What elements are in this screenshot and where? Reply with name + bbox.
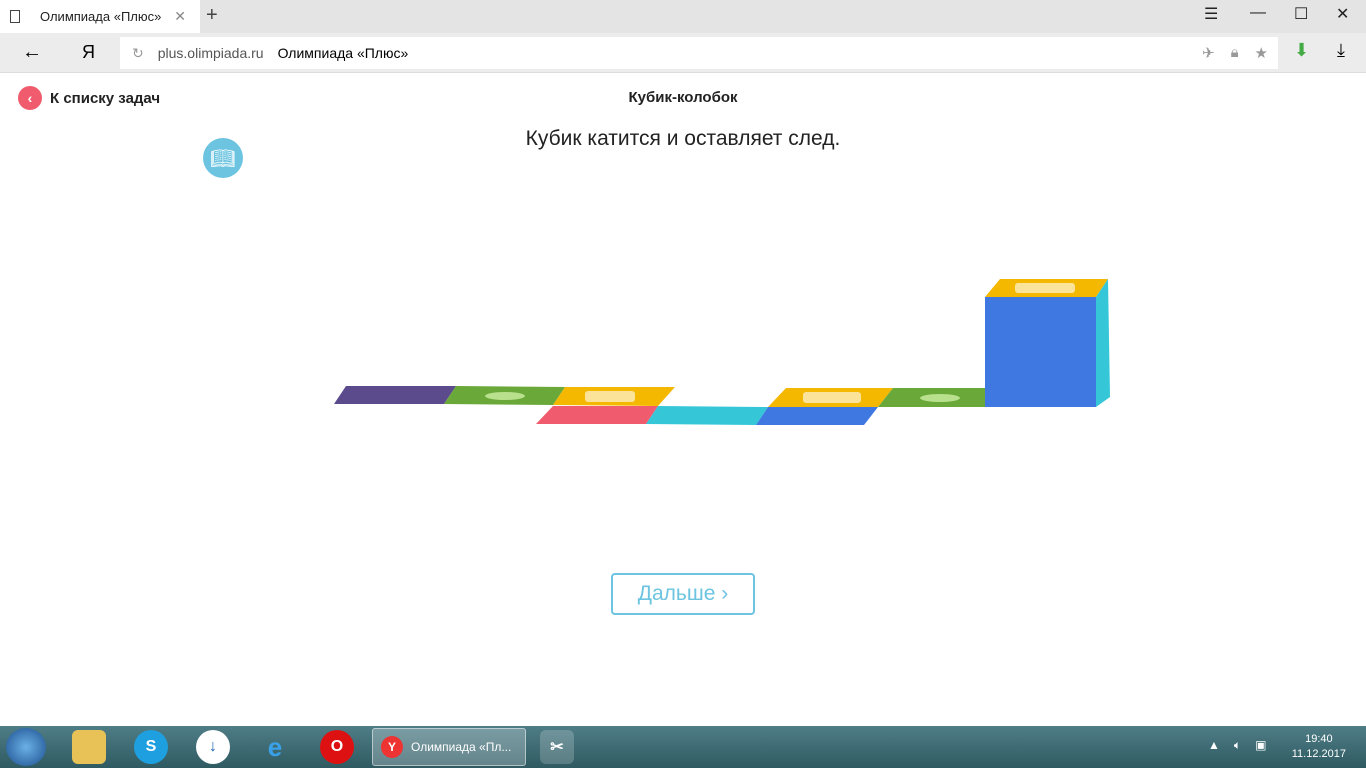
trail-blue [756,407,878,425]
taskbar-window-title: Олимпиада «Пл... [411,740,512,754]
clock[interactable]: 19:40 11.12.2017 [1292,732,1346,762]
clock-time: 19:40 [1305,733,1333,745]
clock-date: 11.12.2017 [1291,748,1346,760]
skype-icon[interactable]: S [134,730,168,764]
start-button[interactable] [6,728,46,766]
download-manager-icon[interactable]: ↓ [196,730,230,764]
opera-icon[interactable]: O [320,730,354,764]
explorer-icon[interactable] [72,730,106,764]
taskbar-yandex-window[interactable]: Y Олимпиада «Пл... [372,728,526,766]
trail-purple [334,386,456,404]
trail-cyan [646,406,768,425]
network-icon[interactable]: ▣ [1255,738,1266,753]
cube-scene [334,279,1110,425]
next-button[interactable]: Дальше › [611,573,755,615]
show-hidden-icons[interactable]: ▲ [1208,738,1220,753]
trail-red [536,406,658,424]
windows-taskbar: S ↓ e O Y Олимпиада «Пл... ✂ ▲ 🔈︎ ▣ 19:40 … [0,726,1366,768]
volume-icon[interactable]: 🔈︎ [1234,738,1241,753]
cube-side [1096,279,1110,407]
snipping-tool-icon[interactable]: ✂ [540,730,574,764]
yandex-browser-icon: Y [381,736,403,758]
cube-front [985,297,1096,407]
ie-icon[interactable]: e [258,730,292,764]
